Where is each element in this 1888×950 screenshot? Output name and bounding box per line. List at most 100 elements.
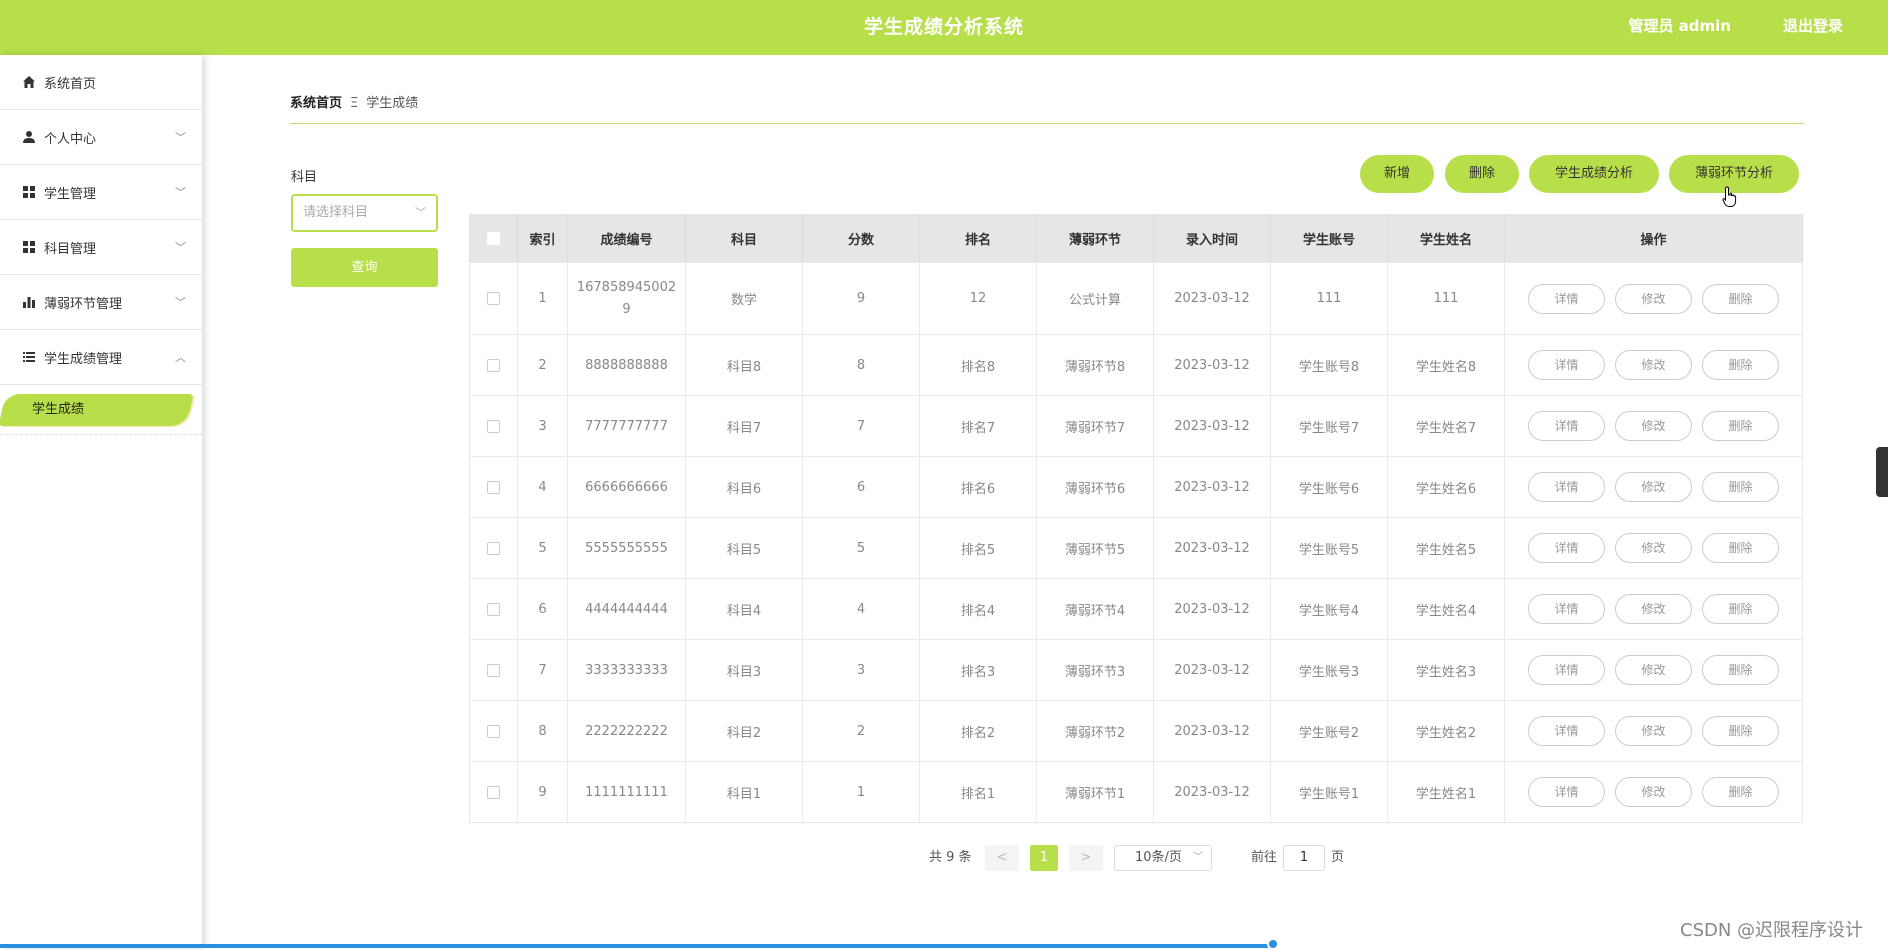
table-cell: 1 bbox=[802, 761, 920, 823]
row-edit-button[interactable]: 修改 bbox=[1615, 655, 1692, 685]
row-select-cell bbox=[469, 395, 518, 457]
row-detail-button[interactable]: 详情 bbox=[1528, 283, 1605, 314]
table-cell: 5 bbox=[802, 517, 920, 579]
row-checkbox[interactable] bbox=[487, 602, 500, 616]
row-delete-button[interactable]: 删除 bbox=[1702, 716, 1779, 746]
sidebar-item-profile[interactable]: 个人中心 ﹀ bbox=[0, 110, 202, 165]
table-cell: 2023-03-12 bbox=[1153, 334, 1271, 396]
row-checkbox[interactable] bbox=[487, 292, 500, 305]
table-cell: 排名5 bbox=[919, 517, 1037, 579]
row-detail-button[interactable]: 详情 bbox=[1528, 411, 1605, 441]
pagination-next-button[interactable]: > bbox=[1069, 845, 1103, 871]
table-cell: 6666666666 bbox=[567, 456, 686, 518]
table-cell: 2023-03-12 bbox=[1153, 639, 1271, 701]
select-all-checkbox[interactable] bbox=[487, 232, 500, 245]
table-cell: 科目8 bbox=[685, 334, 803, 396]
table-row: 2 8888888888 科目8 8 排名8 薄弱环节8 2023-03-12 学生账号8 学生… bbox=[469, 334, 1803, 396]
table-cell: 8 bbox=[802, 334, 920, 396]
row-delete-button[interactable]: 删除 bbox=[1702, 411, 1779, 441]
row-detail-button[interactable]: 详情 bbox=[1528, 533, 1605, 563]
row-checkbox[interactable] bbox=[487, 785, 500, 799]
table-cell: 学生账号2 bbox=[1270, 700, 1388, 762]
table-cell: 9 bbox=[802, 262, 920, 335]
sidebar-item-label: 学生管理 bbox=[44, 186, 97, 202]
row-edit-button[interactable]: 修改 bbox=[1615, 533, 1692, 563]
table-cell: 2023-03-12 bbox=[1153, 517, 1271, 579]
row-checkbox[interactable] bbox=[487, 724, 500, 738]
table-row: 5 5555555555 科目5 5 排名5 薄弱环节5 2023-03-12 学生账号5 学生… bbox=[469, 517, 1803, 579]
table-cell: 2023-03-12 bbox=[1153, 761, 1271, 823]
row-delete-button[interactable]: 删除 bbox=[1702, 777, 1779, 807]
pagination-prev-button[interactable]: < bbox=[985, 845, 1019, 871]
select-all-cell bbox=[469, 214, 518, 263]
subject-filter-label: 科目 bbox=[291, 170, 318, 185]
breadcrumb-home[interactable]: 系统首页 bbox=[290, 96, 342, 111]
table-cell: 排名7 bbox=[919, 395, 1037, 457]
sidebar-subitem-scores[interactable]: 学生成绩 bbox=[0, 394, 194, 426]
sidebar-item-label: 科目管理 bbox=[44, 241, 97, 257]
row-select-cell bbox=[469, 456, 518, 518]
bar-chart-icon bbox=[22, 295, 36, 309]
row-actions-cell: 详情 修改 删除 bbox=[1504, 700, 1803, 762]
row-edit-button[interactable]: 修改 bbox=[1615, 716, 1692, 746]
column-header: 录入时间 bbox=[1153, 214, 1271, 263]
row-checkbox[interactable] bbox=[487, 541, 500, 555]
table-cell: 3333333333 bbox=[567, 639, 686, 701]
row-edit-button[interactable]: 修改 bbox=[1615, 472, 1692, 502]
row-checkbox[interactable] bbox=[487, 419, 500, 433]
row-edit-button[interactable]: 修改 bbox=[1615, 283, 1692, 314]
horizontal-scrollbar[interactable] bbox=[0, 944, 1272, 948]
grid-icon bbox=[22, 240, 36, 254]
delete-button[interactable]: 删除 bbox=[1445, 155, 1519, 193]
row-detail-button[interactable]: 详情 bbox=[1528, 655, 1605, 685]
table-cell: 4444444444 bbox=[567, 578, 686, 640]
pagination-goto-input[interactable]: 1 bbox=[1283, 845, 1325, 871]
row-edit-button[interactable]: 修改 bbox=[1615, 594, 1692, 624]
row-edit-button[interactable]: 修改 bbox=[1615, 777, 1692, 807]
sidebar-item-home[interactable]: 系统首页 bbox=[0, 55, 202, 110]
page-size-select[interactable]: 10条/页 ﹀ bbox=[1114, 845, 1212, 871]
table-cell: 排名2 bbox=[919, 700, 1037, 762]
row-edit-button[interactable]: 修改 bbox=[1615, 411, 1692, 441]
table-cell: 科目6 bbox=[685, 456, 803, 518]
row-checkbox[interactable] bbox=[487, 480, 500, 494]
row-delete-button[interactable]: 删除 bbox=[1702, 533, 1779, 563]
row-delete-button[interactable]: 删除 bbox=[1702, 283, 1779, 314]
row-checkbox[interactable] bbox=[487, 663, 500, 677]
breadcrumb: 系统首页 Ξ 学生成绩 bbox=[290, 92, 1804, 124]
table-cell: 学生账号7 bbox=[1270, 395, 1388, 457]
list-icon bbox=[22, 350, 36, 364]
row-edit-button[interactable]: 修改 bbox=[1615, 350, 1692, 380]
app-title: 学生成绩分析系统 bbox=[863, 16, 1024, 38]
scrollbar-handle[interactable] bbox=[1267, 938, 1279, 950]
score-analysis-button[interactable]: 学生成绩分析 bbox=[1529, 155, 1659, 193]
side-drawer-handle[interactable] bbox=[1876, 447, 1888, 497]
chevron-down-icon: ﹀ bbox=[1193, 852, 1203, 863]
add-button[interactable]: 新增 bbox=[1360, 155, 1434, 193]
sidebar-item-weak-points[interactable]: 薄弱环节管理 ﹀ bbox=[0, 275, 202, 330]
logout-button[interactable]: 退出登录 bbox=[1783, 0, 1843, 52]
sidebar-item-students[interactable]: 学生管理 ﹀ bbox=[0, 165, 202, 220]
row-detail-button[interactable]: 详情 bbox=[1528, 716, 1605, 746]
subject-select[interactable]: 请选择科目 ﹀ bbox=[291, 194, 438, 232]
row-detail-button[interactable]: 详情 bbox=[1528, 594, 1605, 624]
table-row: 4 6666666666 科目6 6 排名6 薄弱环节6 2023-03-12 学生账号6 学生… bbox=[469, 456, 1803, 518]
table-cell: 3 bbox=[802, 639, 920, 701]
column-header: 成绩编号 bbox=[567, 214, 686, 263]
sidebar-item-subjects[interactable]: 科目管理 ﹀ bbox=[0, 220, 202, 275]
row-detail-button[interactable]: 详情 bbox=[1528, 472, 1605, 502]
row-detail-button[interactable]: 详情 bbox=[1528, 350, 1605, 380]
query-button[interactable]: 查询 bbox=[291, 248, 438, 287]
table-cell: 6 bbox=[802, 456, 920, 518]
row-delete-button[interactable]: 删除 bbox=[1702, 472, 1779, 502]
table-cell: 科目4 bbox=[685, 578, 803, 640]
sidebar-item-scores[interactable]: 学生成绩管理 ︿ bbox=[0, 330, 202, 385]
row-delete-button[interactable]: 删除 bbox=[1702, 594, 1779, 624]
subject-select-placeholder: 请选择科目 bbox=[303, 205, 369, 220]
grid-icon bbox=[22, 185, 36, 199]
row-delete-button[interactable]: 删除 bbox=[1702, 655, 1779, 685]
row-delete-button[interactable]: 删除 bbox=[1702, 350, 1779, 380]
row-detail-button[interactable]: 详情 bbox=[1528, 777, 1605, 807]
pagination-page-button[interactable]: 1 bbox=[1030, 845, 1058, 871]
row-checkbox[interactable] bbox=[487, 358, 500, 372]
